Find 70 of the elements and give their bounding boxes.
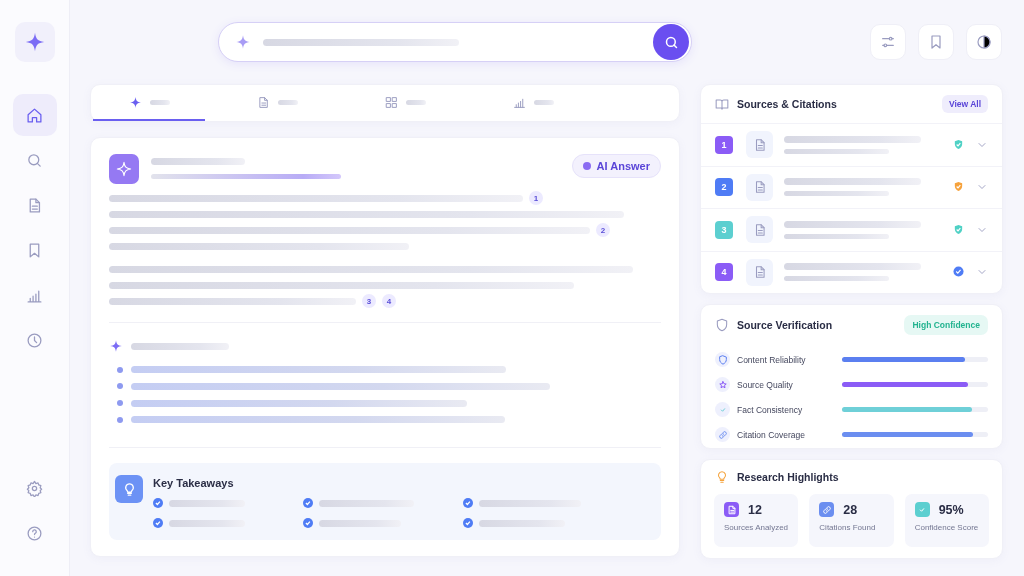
shield-icon	[953, 138, 964, 150]
check-icon	[303, 498, 313, 508]
citation-marker[interactable]: 1	[529, 191, 543, 206]
shield-icon	[953, 223, 964, 235]
citation-marker[interactable]: 4	[382, 294, 396, 309]
help-icon	[26, 524, 43, 542]
stat-value: 95%	[938, 502, 964, 517]
check-icon	[303, 518, 313, 528]
skeleton-line	[533, 99, 554, 105]
search-icon	[26, 151, 43, 169]
source-number: 4	[715, 263, 733, 282]
skeleton-line	[405, 99, 426, 105]
bullet-dot	[117, 416, 123, 423]
filter-button[interactable]	[870, 24, 906, 60]
card-title: Sources & Citations	[737, 98, 837, 110]
shield-icon	[717, 354, 728, 365]
citation-marker[interactable]: 3	[362, 294, 376, 309]
source-number: 1	[715, 135, 733, 154]
card-title: Source Verification	[737, 319, 833, 331]
stat-value: 12	[748, 502, 762, 517]
bullet-dot	[117, 383, 123, 390]
lightbulb-icon	[715, 470, 729, 484]
check-icon	[153, 498, 163, 508]
source-number: 2	[715, 178, 733, 197]
metric-label: Fact Consistency	[737, 404, 804, 415]
search-button[interactable]	[653, 24, 689, 60]
sliders-icon	[880, 34, 896, 50]
view-all-button[interactable]: View All	[941, 95, 988, 113]
citation-marker[interactable]: 2	[596, 223, 610, 238]
source-number: 3	[715, 220, 733, 239]
clock-icon	[26, 331, 43, 349]
shield-icon	[715, 318, 729, 332]
stat-value: 28	[843, 502, 858, 517]
skeleton-line	[149, 99, 170, 105]
grid-icon	[384, 95, 398, 109]
link-icon	[717, 429, 728, 440]
stat-label: Sources Analyzed	[724, 523, 789, 532]
logo-tile[interactable]	[14, 22, 55, 62]
check-icon	[463, 518, 473, 528]
card-title: Research Highlights	[737, 471, 839, 483]
check-icon	[463, 498, 473, 508]
skeleton-line	[277, 99, 298, 105]
metric-label: Citation Coverage	[737, 429, 807, 440]
home-icon	[26, 106, 43, 124]
metric-label: Source Quality	[737, 379, 794, 390]
sparkle-icon	[128, 95, 142, 109]
contrast-icon	[976, 34, 992, 50]
confidence-badge: High Confidence	[904, 315, 988, 335]
link-icon	[821, 504, 832, 515]
settings-icon	[26, 479, 43, 497]
metric-label: Content Reliability	[737, 354, 807, 365]
search-icon	[663, 34, 679, 50]
theme-button[interactable]	[966, 24, 1002, 60]
stat-label: Citations Found	[819, 523, 877, 532]
sparkle-icon	[116, 161, 132, 177]
search-field[interactable]	[218, 22, 692, 62]
nav-item[interactable]	[12, 94, 57, 136]
ai-answer-badge: AI Answer	[571, 154, 661, 178]
bullet-dot	[117, 400, 123, 407]
section-title: Key Takeaways	[153, 477, 235, 489]
bookmark-button[interactable]	[918, 24, 954, 60]
stat-label: Confidence Score	[914, 523, 979, 532]
check-circle-icon	[953, 266, 964, 278]
book-icon	[715, 97, 729, 111]
check-icon	[153, 518, 163, 528]
document-icon	[726, 504, 737, 515]
star-icon	[717, 379, 728, 390]
bookmark-icon	[928, 34, 944, 50]
shield-icon	[953, 181, 964, 193]
bullet-dot	[117, 366, 123, 373]
